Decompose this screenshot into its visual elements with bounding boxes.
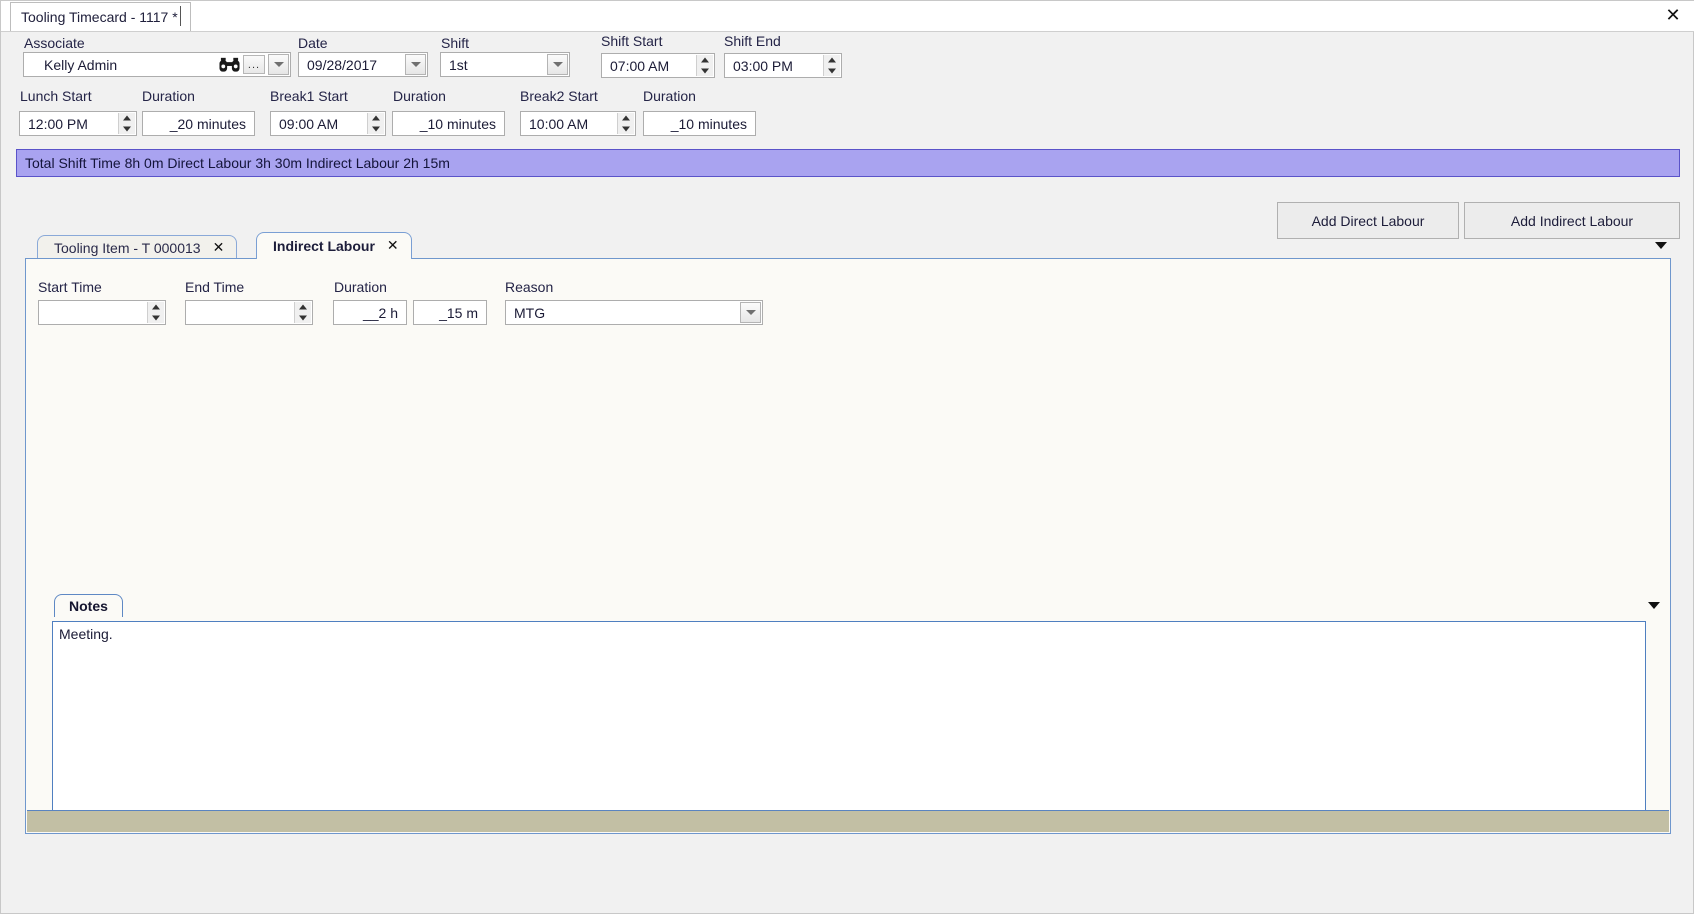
lunch-start-field[interactable]: 12:00 PM — [19, 111, 137, 136]
associate-label: Associate — [24, 35, 85, 51]
break1-duration-value: _10 minutes — [419, 115, 496, 132]
date-dropdown-icon[interactable] — [405, 54, 426, 75]
associate-dropdown-icon[interactable] — [268, 54, 289, 75]
end-time-stepper[interactable] — [294, 302, 311, 323]
text-cursor — [180, 6, 181, 26]
notes-value: Meeting. — [59, 626, 113, 642]
shift-start-stepper[interactable] — [696, 55, 713, 76]
shift-end-field[interactable]: 03:00 PM — [724, 53, 842, 78]
duration-hours-value: __2 h — [362, 304, 398, 321]
shift-end-value: 03:00 PM — [733, 57, 793, 74]
shift-start-field[interactable]: 07:00 AM — [601, 53, 715, 78]
shift-dropdown-icon[interactable] — [547, 54, 568, 75]
tab-strip: Tooling Item - T 000013 ✕ Indirect Labou… — [25, 232, 1671, 259]
binoculars-icon[interactable] — [219, 57, 240, 73]
associate-field[interactable]: Kelly Admin ... — [23, 52, 291, 77]
break2-start-label: Break2 Start — [520, 88, 598, 104]
shift-start-label: Shift Start — [601, 33, 663, 49]
break1-start-stepper[interactable] — [367, 113, 384, 134]
notes-textarea[interactable]: Meeting. — [52, 621, 1646, 811]
add-direct-labour-label: Add Direct Labour — [1311, 212, 1425, 229]
close-icon[interactable]: ✕ — [213, 240, 225, 256]
shift-end-label: Shift End — [724, 33, 781, 49]
lunch-start-label: Lunch Start — [20, 88, 92, 104]
duration-minutes-value: _15 m — [439, 304, 478, 321]
close-icon[interactable]: ✕ — [387, 238, 399, 254]
lunch-duration-value: _20 minutes — [169, 115, 246, 132]
break1-duration-field[interactable]: _10 minutes — [392, 111, 505, 136]
start-time-stepper[interactable] — [147, 302, 164, 323]
notes-tab-strip: Notes — [28, 594, 1668, 617]
shift-summary-text: Total Shift Time 8h 0m Direct Labour 3h … — [25, 155, 450, 171]
end-time-label: End Time — [185, 279, 245, 295]
shift-end-stepper[interactable] — [823, 55, 840, 76]
break1-duration-label: Duration — [393, 88, 446, 104]
tab-tooling-item-label: Tooling Item - T 000013 — [54, 239, 201, 256]
break1-start-value: 09:00 AM — [279, 115, 339, 132]
shift-start-value: 07:00 AM — [610, 57, 670, 74]
date-label: Date — [298, 35, 328, 51]
start-time-label: Start Time — [38, 279, 102, 295]
close-icon[interactable]: ✕ — [1662, 5, 1684, 27]
break1-start-field[interactable]: 09:00 AM — [270, 111, 386, 136]
lunch-duration-field[interactable]: _20 minutes — [142, 111, 255, 136]
break2-duration-label: Duration — [643, 88, 696, 104]
shift-field[interactable]: 1st — [440, 52, 570, 77]
tab-indirect-labour-label: Indirect Labour — [273, 238, 375, 254]
window-titlebar: Tooling Timecard - 1117 * ✕ — [1, 1, 1694, 32]
lunch-start-stepper[interactable] — [118, 113, 135, 134]
date-field[interactable]: 09/28/2017 — [298, 52, 428, 77]
shift-value: 1st — [449, 56, 468, 73]
notes-tab[interactable]: Notes — [54, 594, 123, 617]
lunch-duration-label: Duration — [142, 88, 195, 104]
reason-dropdown-icon[interactable] — [740, 302, 761, 323]
associate-browse-button[interactable]: ... — [243, 55, 265, 74]
tab-indirect-labour[interactable]: Indirect Labour ✕ — [256, 232, 412, 259]
tab-tooling-item[interactable]: Tooling Item - T 000013 ✕ — [37, 235, 238, 259]
tooling-timecard-window: Tooling Timecard - 1117 * ✕ Associate Ke… — [0, 0, 1694, 914]
break2-start-field[interactable]: 10:00 AM — [520, 111, 636, 136]
chevron-down-icon[interactable] — [1655, 242, 1667, 249]
reason-field[interactable]: MTG — [505, 300, 763, 325]
notes-tab-label: Notes — [69, 598, 108, 614]
window-tab-label: Tooling Timecard - 1117 * — [21, 9, 178, 25]
associate-value: Kelly Admin — [44, 56, 118, 73]
shift-summary-bar: Total Shift Time 8h 0m Direct Labour 3h … — [16, 149, 1680, 177]
start-time-field[interactable] — [38, 300, 166, 325]
associate-browse-label: ... — [247, 59, 261, 71]
break1-start-label: Break1 Start — [270, 88, 348, 104]
window-tab-tooling-timecard[interactable]: Tooling Timecard - 1117 * — [10, 2, 191, 31]
reason-label: Reason — [505, 279, 554, 295]
duration-hours-field[interactable]: __2 h — [333, 300, 407, 325]
break2-start-stepper[interactable] — [617, 113, 634, 134]
add-indirect-labour-label: Add Indirect Labour — [1510, 212, 1634, 229]
reason-value: MTG — [514, 304, 546, 321]
shift-label: Shift — [441, 35, 470, 51]
panel-footer-bar — [27, 810, 1669, 832]
duration-minutes-field[interactable]: _15 m — [413, 300, 487, 325]
lunch-start-value: 12:00 PM — [28, 115, 88, 132]
break2-duration-value: _10 minutes — [670, 115, 747, 132]
chevron-down-icon[interactable] — [1648, 602, 1660, 609]
break2-duration-field[interactable]: _10 minutes — [643, 111, 756, 136]
indirect-labour-panel: Start Time End Time Duration __2 h _15 m… — [25, 258, 1671, 834]
break2-start-value: 10:00 AM — [529, 115, 589, 132]
end-time-field[interactable] — [185, 300, 313, 325]
date-value: 09/28/2017 — [307, 56, 378, 73]
duration-label: Duration — [334, 279, 387, 295]
